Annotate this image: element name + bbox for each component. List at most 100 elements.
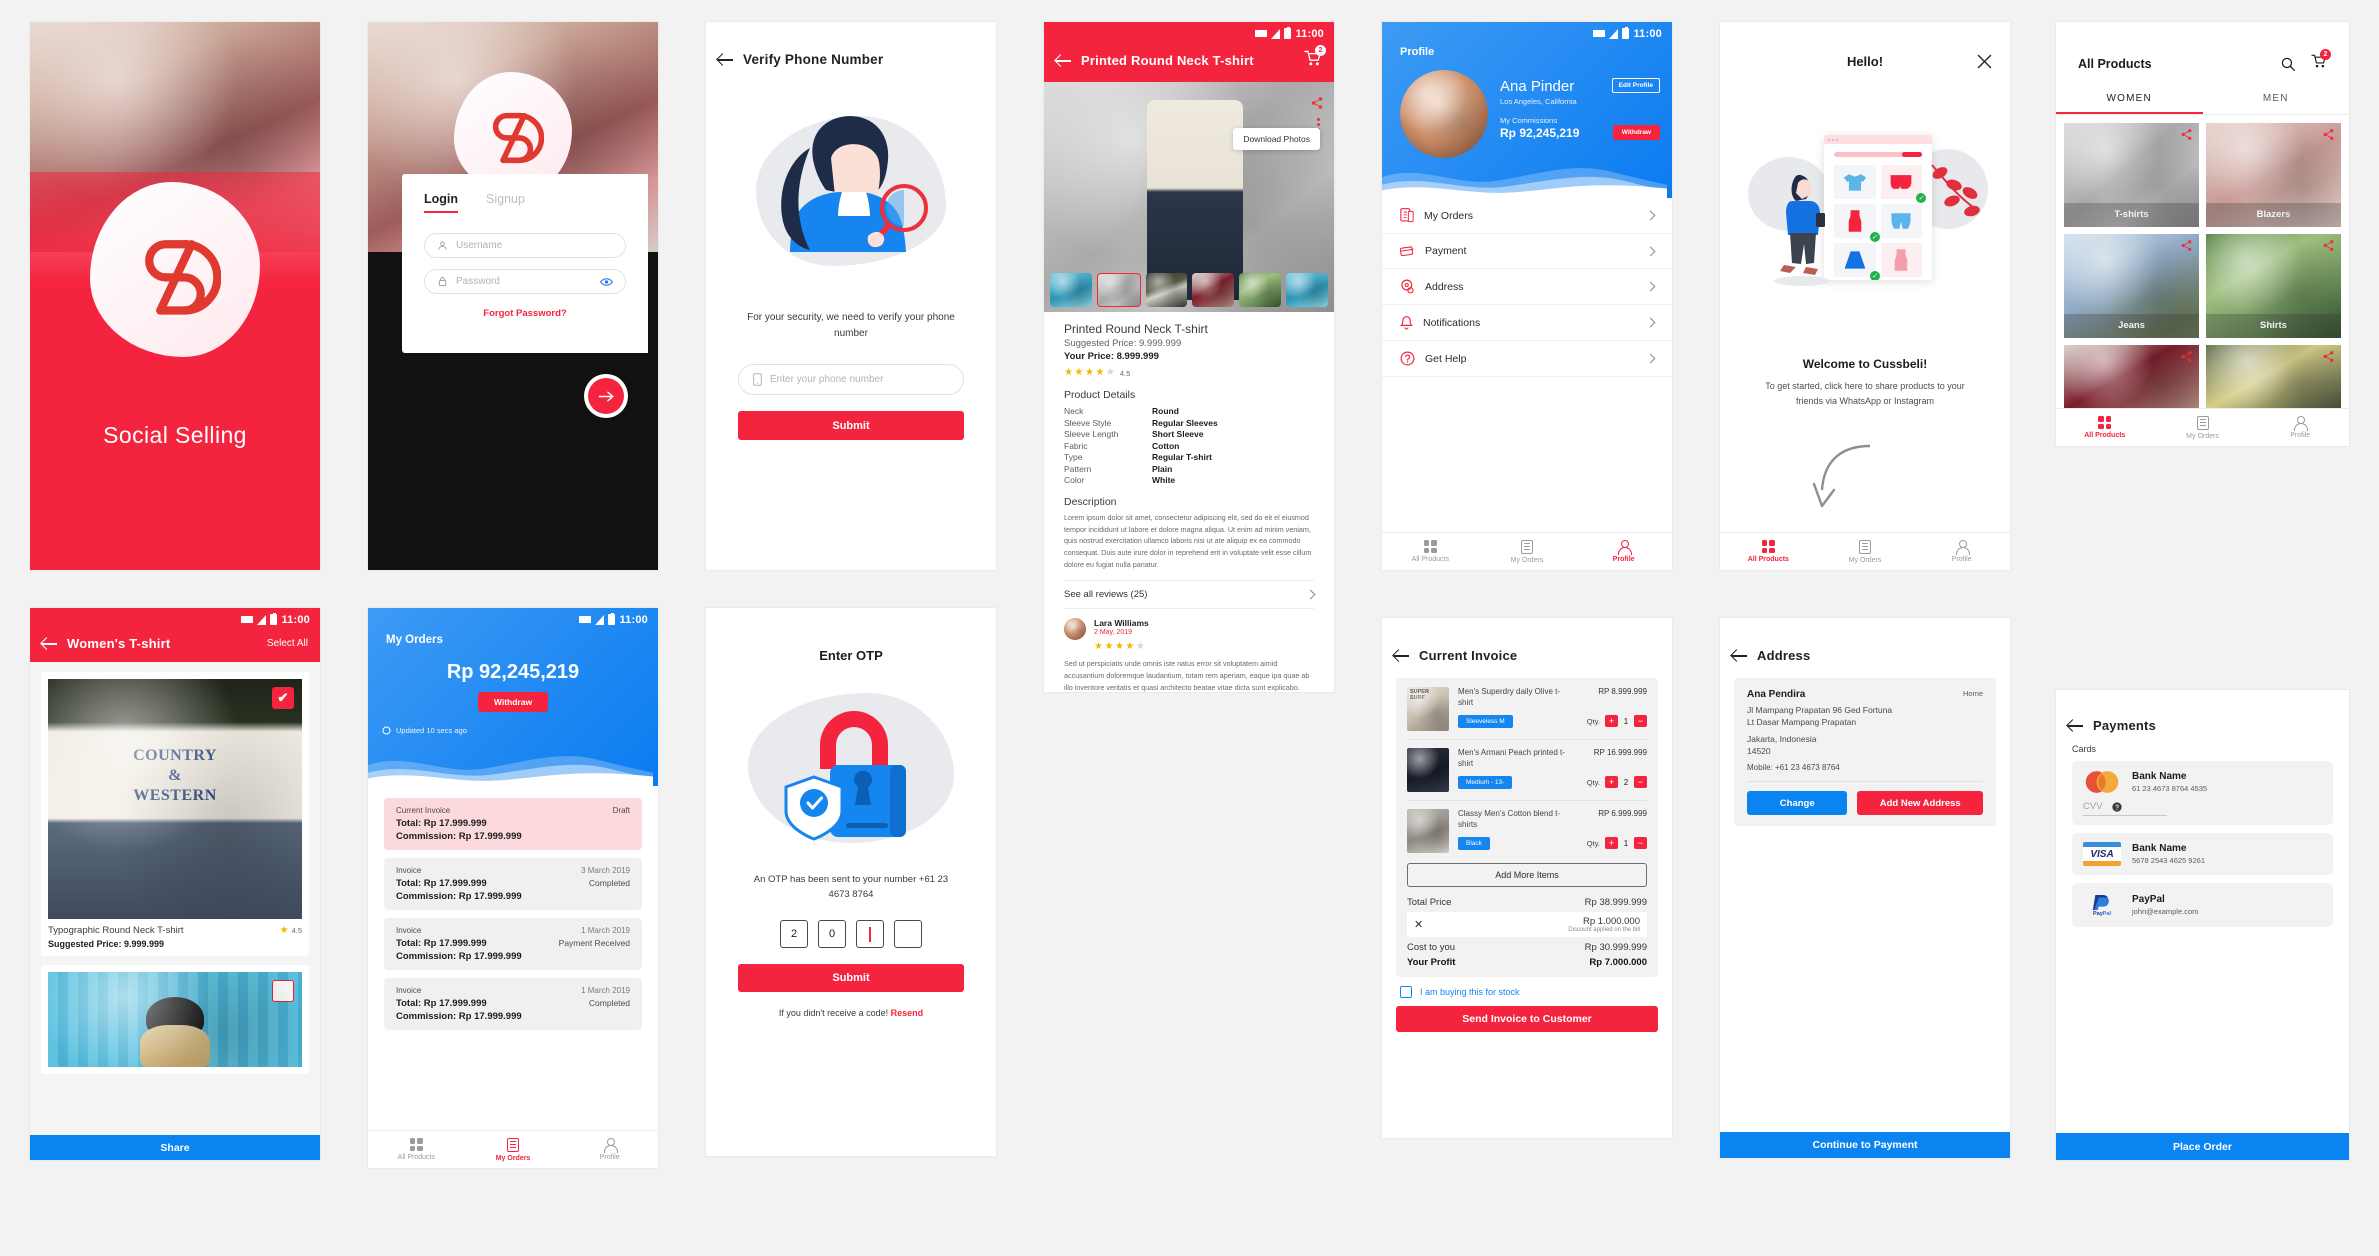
- menu-item-notifications[interactable]: Notifications: [1382, 305, 1672, 341]
- cvv-input[interactable]: CVV: [2083, 801, 2167, 816]
- help-icon[interactable]: [2111, 801, 2122, 812]
- select-checkbox-unchecked[interactable]: [272, 980, 294, 1002]
- cart-button[interactable]: 2: [2311, 49, 2331, 73]
- stock-checkbox-row[interactable]: I am buying this for stock: [1382, 977, 1672, 998]
- nav-my-orders[interactable]: My Orders: [2154, 409, 2252, 446]
- product-card[interactable]: [41, 965, 309, 1074]
- back-icon[interactable]: [1732, 648, 1747, 663]
- nav-profile[interactable]: Profile: [2251, 409, 2349, 446]
- category-card-tshirts[interactable]: T-shirts: [2064, 123, 2199, 227]
- nav-profile[interactable]: Profile: [561, 1131, 658, 1168]
- thumbnail[interactable]: [1239, 273, 1282, 307]
- search-icon[interactable]: [2281, 57, 2295, 71]
- thumbnail[interactable]: [1286, 273, 1328, 307]
- thumbnail-selected[interactable]: [1096, 273, 1141, 307]
- download-photos-menu-item[interactable]: Download Photos: [1233, 128, 1320, 150]
- category-card-jeans[interactable]: Jeans: [2064, 234, 2199, 338]
- otp-digit-1[interactable]: 2: [780, 920, 808, 949]
- back-icon[interactable]: [1056, 53, 1071, 68]
- nav-my-orders[interactable]: My Orders: [465, 1131, 562, 1168]
- payment-method-visa[interactable]: VISA Bank Name 5678 2543 4625 9261: [2072, 833, 2333, 875]
- forgot-password-link[interactable]: Forgot Password?: [424, 308, 626, 319]
- eye-icon[interactable]: [600, 277, 613, 287]
- back-icon[interactable]: [2068, 718, 2083, 733]
- continue-to-payment-button[interactable]: Continue to Payment: [1720, 1132, 2010, 1158]
- withdraw-button[interactable]: Withdraw: [1612, 125, 1660, 140]
- nav-profile[interactable]: Profile: [1575, 533, 1672, 570]
- qty-increase-button[interactable]: +: [1605, 776, 1618, 789]
- thumbnail[interactable]: [1145, 273, 1188, 307]
- close-icon[interactable]: [1977, 54, 1992, 69]
- nav-all-products[interactable]: All Products: [1382, 533, 1479, 570]
- change-address-button[interactable]: Change: [1747, 791, 1848, 815]
- otp-digit-3[interactable]: [856, 920, 884, 949]
- category-card-shirts[interactable]: Shirts: [2206, 234, 2341, 338]
- category-card[interactable]: [2206, 345, 2341, 411]
- see-all-reviews-row[interactable]: See all reviews (25): [1064, 581, 1316, 608]
- edit-profile-button[interactable]: Edit Profile: [1611, 78, 1660, 93]
- login-submit-button[interactable]: [588, 378, 624, 414]
- menu-item-payment[interactable]: Payment: [1382, 234, 1672, 269]
- item-variant-chip[interactable]: Medium - 13-: [1458, 775, 1513, 789]
- back-icon[interactable]: [42, 636, 57, 651]
- qty-decrease-button[interactable]: −: [1634, 715, 1647, 728]
- qty-decrease-button[interactable]: −: [1634, 837, 1647, 850]
- place-order-button[interactable]: Place Order: [2056, 1133, 2349, 1160]
- invoice-card-current[interactable]: Current Invoice Draft Total: Rp 17.999.99…: [384, 798, 642, 850]
- nav-all-products[interactable]: All Products: [2056, 409, 2154, 446]
- share-icon[interactable]: [2322, 239, 2335, 252]
- tab-signup[interactable]: Signup: [486, 192, 525, 206]
- item-variant-chip[interactable]: Black: [1458, 836, 1490, 850]
- thumbnail[interactable]: [1050, 273, 1092, 307]
- qty-decrease-button[interactable]: −: [1634, 776, 1647, 789]
- password-input[interactable]: Password: [424, 269, 626, 294]
- share-icon[interactable]: [2322, 128, 2335, 141]
- menu-item-get-help[interactable]: Get Help: [1382, 341, 1672, 377]
- remove-discount-button[interactable]: ✕: [1414, 918, 1423, 931]
- otp-digit-4[interactable]: [894, 920, 922, 949]
- back-icon[interactable]: [718, 52, 733, 67]
- stock-checkbox[interactable]: [1400, 986, 1412, 998]
- nav-profile[interactable]: Profile: [1913, 533, 2010, 570]
- share-icon[interactable]: [1310, 96, 1324, 110]
- resend-link[interactable]: Resend: [891, 1008, 924, 1018]
- back-icon[interactable]: [1394, 648, 1409, 663]
- share-icon[interactable]: [2180, 128, 2193, 141]
- add-new-address-button[interactable]: Add New Address: [1857, 791, 1983, 815]
- otp-digit-2[interactable]: 0: [818, 920, 846, 949]
- invoice-card[interactable]: Invoice 1 March 2019 Total: Rp 17.999.999…: [384, 918, 642, 970]
- select-checkbox-checked[interactable]: ✔: [272, 687, 294, 709]
- username-input[interactable]: Username: [424, 233, 626, 258]
- category-card[interactable]: [2064, 345, 2199, 411]
- share-icon[interactable]: [2322, 350, 2335, 363]
- qty-increase-button[interactable]: +: [1605, 715, 1618, 728]
- payment-method-paypal[interactable]: PayPal PayPal john@example.com: [2072, 883, 2333, 927]
- product-card[interactable]: COUNTRY & WESTERN ✔ Typographic Round Ne…: [41, 672, 309, 956]
- thumbnail[interactable]: [1192, 273, 1235, 307]
- cart-button[interactable]: 2: [1304, 45, 1326, 71]
- submit-button[interactable]: Submit: [738, 411, 964, 440]
- nav-my-orders[interactable]: My Orders: [1479, 533, 1576, 570]
- item-variant-chip[interactable]: Sleeveless M: [1458, 714, 1513, 728]
- tab-women[interactable]: WOMEN: [2056, 87, 2203, 114]
- share-button[interactable]: Share: [30, 1135, 320, 1160]
- withdraw-button[interactable]: Withdraw: [477, 692, 549, 712]
- tab-login[interactable]: Login: [424, 192, 459, 213]
- share-icon[interactable]: [2180, 239, 2193, 252]
- select-all-button[interactable]: Select All: [267, 638, 308, 649]
- menu-item-address[interactable]: Address: [1382, 269, 1672, 305]
- invoice-card[interactable]: Invoice 3 March 2019 Total: Rp 17.999.999…: [384, 858, 642, 910]
- payment-method-mastercard[interactable]: Bank Name 61 23 4673 8764 4535 CVV: [2072, 761, 2333, 825]
- share-icon[interactable]: [2180, 350, 2193, 363]
- submit-button[interactable]: Submit: [738, 964, 964, 993]
- nav-all-products[interactable]: All Products: [368, 1131, 465, 1168]
- category-card-blazers[interactable]: Blazers: [2206, 123, 2341, 227]
- menu-item-my-orders[interactable]: My Orders: [1382, 198, 1672, 234]
- send-invoice-button[interactable]: Send Invoice to Customer: [1396, 1006, 1658, 1032]
- nav-all-products[interactable]: All Products: [1720, 533, 1817, 570]
- phone-input[interactable]: Enter your phone number: [738, 364, 964, 395]
- nav-my-orders[interactable]: My Orders: [1817, 533, 1914, 570]
- add-more-items-button[interactable]: Add More Items: [1407, 863, 1647, 887]
- tab-men[interactable]: MEN: [2203, 87, 2350, 114]
- invoice-card[interactable]: Invoice 1 March 2019 Total: Rp 17.999.999…: [384, 978, 642, 1030]
